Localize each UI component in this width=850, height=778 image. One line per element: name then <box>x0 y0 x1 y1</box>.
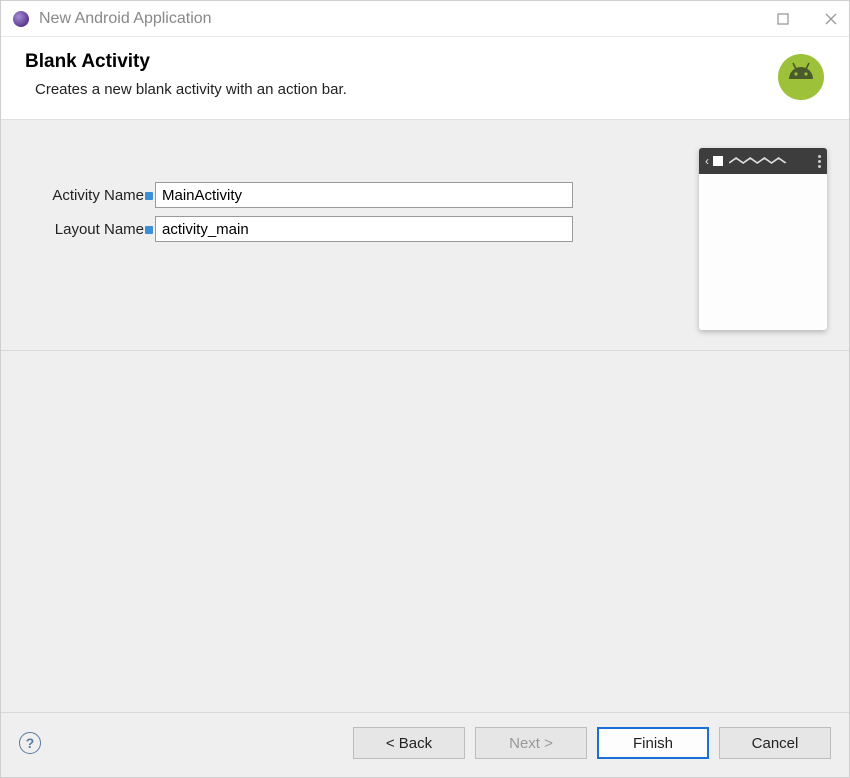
field-decorator-icon <box>145 226 153 234</box>
layout-name-label-text: Layout Name <box>55 221 144 238</box>
header-text: Blank Activity Creates a new blank activ… <box>25 51 765 98</box>
lower-area <box>1 351 849 712</box>
wizard-footer: ? < Back Next > Finish Cancel <box>1 712 849 777</box>
cancel-button[interactable]: Cancel <box>719 727 831 759</box>
preview-overflow-icon <box>818 155 821 168</box>
preview-body <box>699 174 827 330</box>
layout-name-row: Layout Name <box>23 216 651 242</box>
android-logon-icon <box>777 53 825 101</box>
layout-name-input[interactable] <box>155 216 573 242</box>
help-icon[interactable]: ? <box>19 732 41 754</box>
eclipse-icon <box>13 11 29 27</box>
preview-title-placeholder-icon <box>729 156 814 166</box>
dialog-window: New Android Application Blank Activity C… <box>0 0 850 778</box>
page-title: Blank Activity <box>25 51 765 73</box>
layout-name-label: Layout Name <box>23 221 155 238</box>
close-button[interactable] <box>821 9 841 29</box>
button-bar: < Back Next > Finish Cancel <box>353 727 831 759</box>
next-button: Next > <box>475 727 587 759</box>
activity-name-input[interactable] <box>155 182 573 208</box>
preview-actionbar: ‹ <box>699 148 827 174</box>
field-decorator-icon <box>145 192 153 200</box>
window-title: New Android Application <box>39 10 773 28</box>
titlebar: New Android Application <box>1 1 849 37</box>
preview-back-icon: ‹ <box>705 154 709 168</box>
back-button[interactable]: < Back <box>353 727 465 759</box>
maximize-button[interactable] <box>773 9 793 29</box>
page-subtitle: Creates a new blank activity with an act… <box>25 81 765 98</box>
window-controls <box>773 9 841 29</box>
finish-button[interactable]: Finish <box>597 727 709 759</box>
activity-name-row: Activity Name <box>23 182 651 208</box>
activity-name-label: Activity Name <box>23 187 155 204</box>
wizard-header: Blank Activity Creates a new blank activ… <box>1 37 849 120</box>
layout-preview: ‹ <box>699 148 827 330</box>
preview-app-icon <box>713 156 723 166</box>
form-area: Activity Name Layout Name ‹ <box>1 120 849 351</box>
content-area: Activity Name Layout Name ‹ <box>1 120 849 777</box>
activity-name-label-text: Activity Name <box>52 187 144 204</box>
form-fields: Activity Name Layout Name <box>23 148 651 250</box>
